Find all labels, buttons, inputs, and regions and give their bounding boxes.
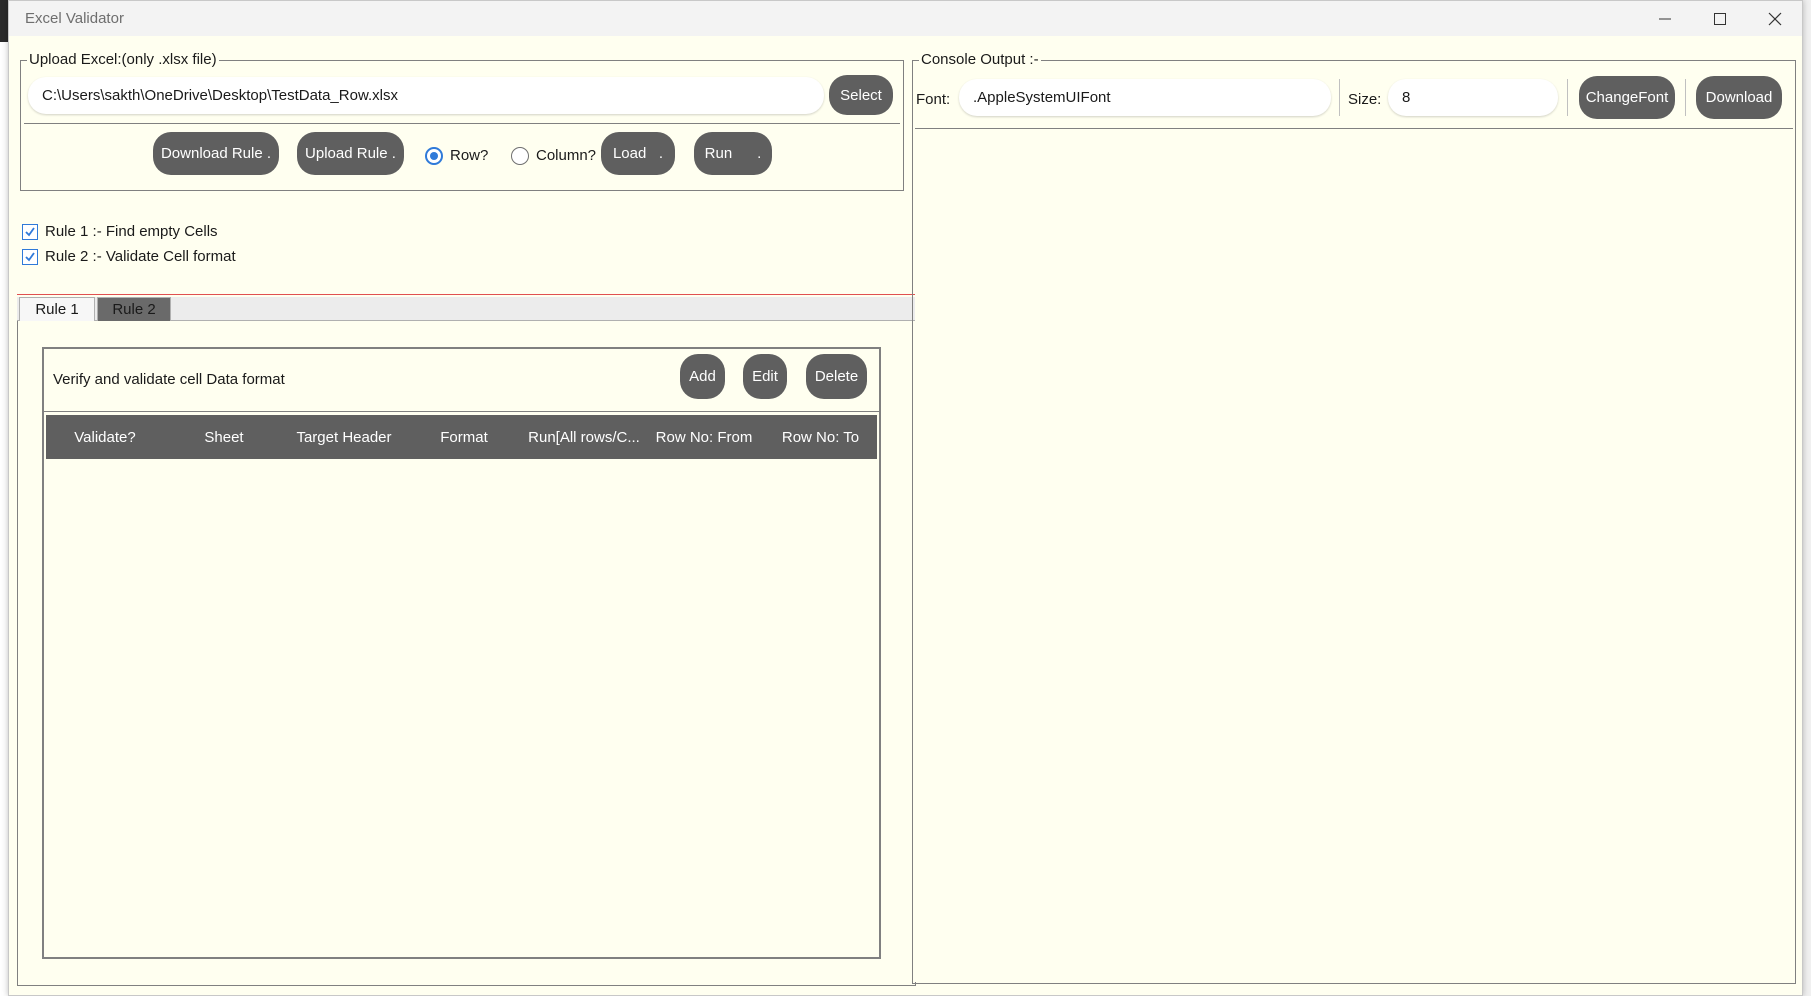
tab-rule-1[interactable]: Rule 1: [19, 297, 95, 321]
splitter-line: [17, 294, 916, 295]
font-field[interactable]: .AppleSystemUIFont: [959, 79, 1331, 116]
console-legend: Console Output :-: [919, 51, 1041, 68]
panel-divider: [44, 411, 879, 412]
minimize-icon: [1658, 18, 1671, 19]
select-button[interactable]: Select: [829, 75, 893, 115]
column-header-row-from[interactable]: Row No: From: [644, 415, 764, 459]
upload-legend: Upload Excel:(only .xlsx file): [27, 51, 219, 68]
rule-description: Verify and validate cell Data format: [53, 371, 285, 388]
row-radio[interactable]: [425, 147, 443, 165]
toolbar-separator-1: [1339, 79, 1340, 116]
window-title: Excel Validator: [25, 10, 124, 27]
load-button[interactable]: Load .: [601, 132, 675, 175]
size-field[interactable]: 8: [1388, 79, 1558, 116]
column-header-validate[interactable]: Validate?: [46, 415, 164, 459]
table-header: Validate? Sheet Target Header Format Run…: [46, 415, 877, 459]
rule1-checkbox[interactable]: [22, 224, 38, 240]
column-header-sheet[interactable]: Sheet: [164, 415, 284, 459]
table-body[interactable]: [46, 459, 877, 957]
add-button[interactable]: Add: [680, 354, 725, 399]
tab-rule-2[interactable]: Rule 2: [97, 297, 171, 321]
desktop: Excel Validator Upload Excel:(only .xlsx…: [0, 0, 1811, 996]
download-button[interactable]: Download: [1696, 76, 1782, 119]
size-label: Size:: [1348, 91, 1382, 108]
minimize-button[interactable]: [1637, 1, 1692, 36]
close-icon: [1768, 12, 1781, 25]
console-output-area[interactable]: [915, 130, 1793, 982]
toolbar-separator-2: [1567, 79, 1568, 116]
title-bar: Excel Validator: [9, 1, 1802, 36]
column-radio[interactable]: [511, 147, 529, 165]
change-font-button[interactable]: ChangeFont: [1579, 76, 1675, 119]
delete-button[interactable]: Delete: [806, 354, 867, 399]
check-icon: [25, 227, 35, 237]
upload-rule-button[interactable]: Upload Rule .: [297, 132, 404, 175]
rule2-checkbox[interactable]: [22, 249, 38, 265]
close-button[interactable]: [1747, 1, 1802, 36]
maximize-icon: [1713, 12, 1726, 25]
rule1-label: Rule 1 :- Find empty Cells: [45, 223, 218, 240]
upload-divider: [24, 123, 900, 124]
maximize-button[interactable]: [1692, 1, 1747, 36]
edit-button[interactable]: Edit: [743, 354, 787, 399]
row-radio-label: Row?: [450, 147, 489, 164]
console-divider: [915, 128, 1793, 129]
rule2-label: Rule 2 :- Validate Cell format: [45, 248, 236, 265]
run-button[interactable]: Run .: [694, 132, 772, 175]
app-window: Excel Validator Upload Excel:(only .xlsx…: [8, 0, 1803, 996]
toolbar-separator-3: [1685, 79, 1686, 116]
download-rule-button[interactable]: Download Rule .: [153, 132, 279, 175]
column-header-run[interactable]: Run[All rows/C...: [524, 415, 644, 459]
file-path-field[interactable]: C:\Users\sakth\OneDrive\Desktop\TestData…: [28, 77, 824, 114]
column-header-target-header[interactable]: Target Header: [284, 415, 404, 459]
check-icon: [25, 252, 35, 262]
column-header-format[interactable]: Format: [404, 415, 524, 459]
font-label: Font:: [916, 91, 951, 108]
column-header-row-to[interactable]: Row No: To: [764, 415, 877, 459]
column-radio-label: Column?: [536, 147, 597, 164]
